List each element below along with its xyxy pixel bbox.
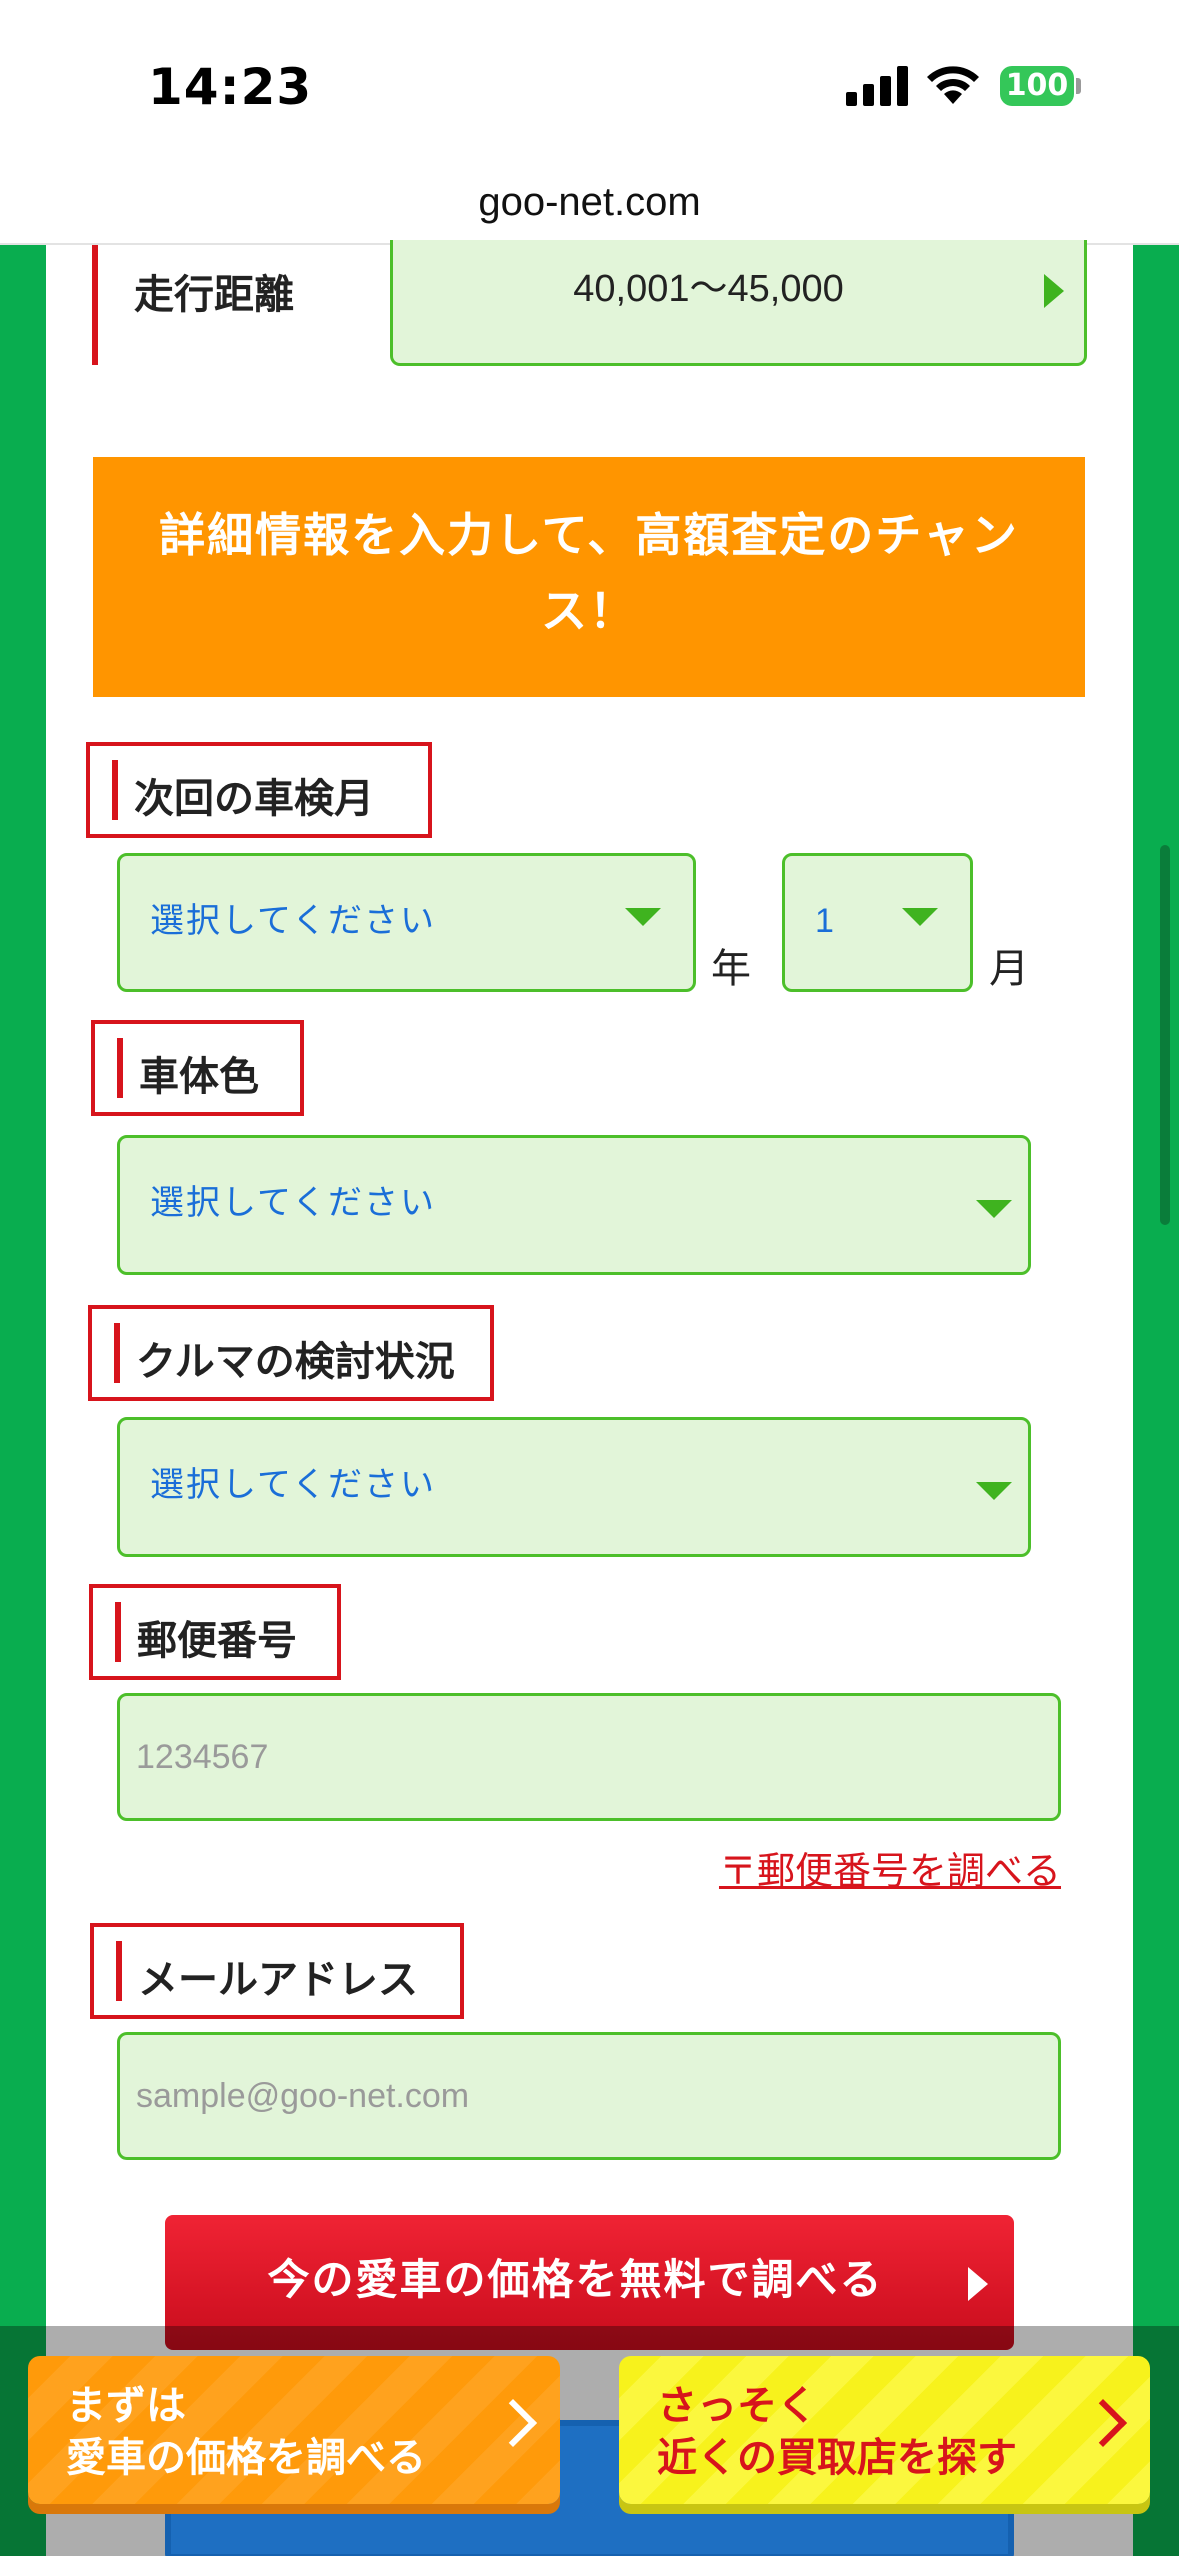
consideration-status-select[interactable]: 選択してください [117, 1417, 1031, 1557]
mileage-label: 走行距離 [134, 272, 294, 318]
field-label-text: 郵便番号 [137, 1618, 297, 1664]
mileage-select[interactable]: 40,001〜45,000 [390, 240, 1087, 366]
label-accent-bar [115, 1602, 121, 1662]
status-bar: 14:23 100 [0, 0, 1179, 150]
cellular-signal-icon [846, 66, 908, 106]
select-value: 選択してください [150, 902, 436, 940]
caret-down-icon [902, 908, 938, 926]
inspection-year-select[interactable]: 選択してください [117, 853, 696, 992]
body-color-select[interactable]: 選択してください [117, 1135, 1031, 1275]
label-accent-bar [114, 1323, 120, 1383]
cta-line: さっそく [657, 2383, 817, 2429]
triangle-right-icon [968, 2267, 988, 2301]
wifi-icon [927, 66, 979, 104]
field-label-text: メールアドレス [138, 1957, 418, 2003]
select-value: 選択してください [150, 1466, 436, 1504]
check-price-button[interactable]: まずは 愛車の価格を調べる [28, 2356, 560, 2504]
month-unit: 月 [989, 946, 1029, 992]
cta-line: 近くの買取店を探す [657, 2435, 1017, 2481]
placeholder-text: 1234567 [136, 1738, 269, 1776]
mileage-value: 40,001〜45,000 [573, 268, 844, 310]
zip-code-field[interactable]: 1234567 [117, 1693, 1061, 1821]
select-value: 1 [815, 902, 836, 940]
label-accent-bar [112, 760, 118, 820]
zip-code-label: 郵便番号 [89, 1584, 341, 1680]
select-value: 選択してください [150, 1184, 436, 1222]
battery-icon: 100 [1000, 66, 1074, 106]
body-color-label: 車体色 [91, 1020, 304, 1116]
submit-label: 今の愛車の価格を無料で調べる [267, 2255, 884, 2304]
find-shop-button[interactable]: さっそく 近くの買取店を探す [619, 2356, 1150, 2504]
caret-down-icon [625, 908, 661, 926]
placeholder-text: sample@goo-net.com [136, 2077, 470, 2115]
field-label-text: 次回の車検月 [134, 776, 374, 822]
email-field[interactable]: sample@goo-net.com [117, 2032, 1061, 2160]
label-accent-bar [116, 1941, 122, 2001]
cta-line: まずは [66, 2383, 186, 2429]
zip-lookup-link[interactable]: 〒郵便番号を調べる [719, 1840, 1061, 1895]
email-label: メールアドレス [90, 1923, 464, 2019]
promo-banner: 詳細情報を入力して、高額査定のチャンス！ [93, 457, 1085, 697]
address-bar[interactable]: goo-net.com [0, 160, 1179, 244]
battery-tip [1076, 78, 1081, 94]
scrollbar[interactable] [1160, 845, 1170, 1225]
label-accent-bar [117, 1038, 123, 1098]
field-label-text: クルマの検討状況 [136, 1339, 455, 1385]
caret-down-icon [976, 1482, 1012, 1500]
clock: 14:23 [148, 58, 313, 116]
label-accent-bar [92, 245, 98, 365]
triangle-right-icon [1044, 274, 1064, 308]
consideration-status-label: クルマの検討状況 [88, 1305, 494, 1401]
inspection-month-label: 次回の車検月 [86, 742, 432, 838]
inspection-month-select[interactable]: 1 [782, 853, 973, 992]
cta-line: 愛車の価格を調べる [66, 2435, 426, 2481]
caret-down-icon [976, 1200, 1012, 1218]
field-label-text: 車体色 [139, 1054, 259, 1100]
year-unit: 年 [711, 946, 751, 992]
